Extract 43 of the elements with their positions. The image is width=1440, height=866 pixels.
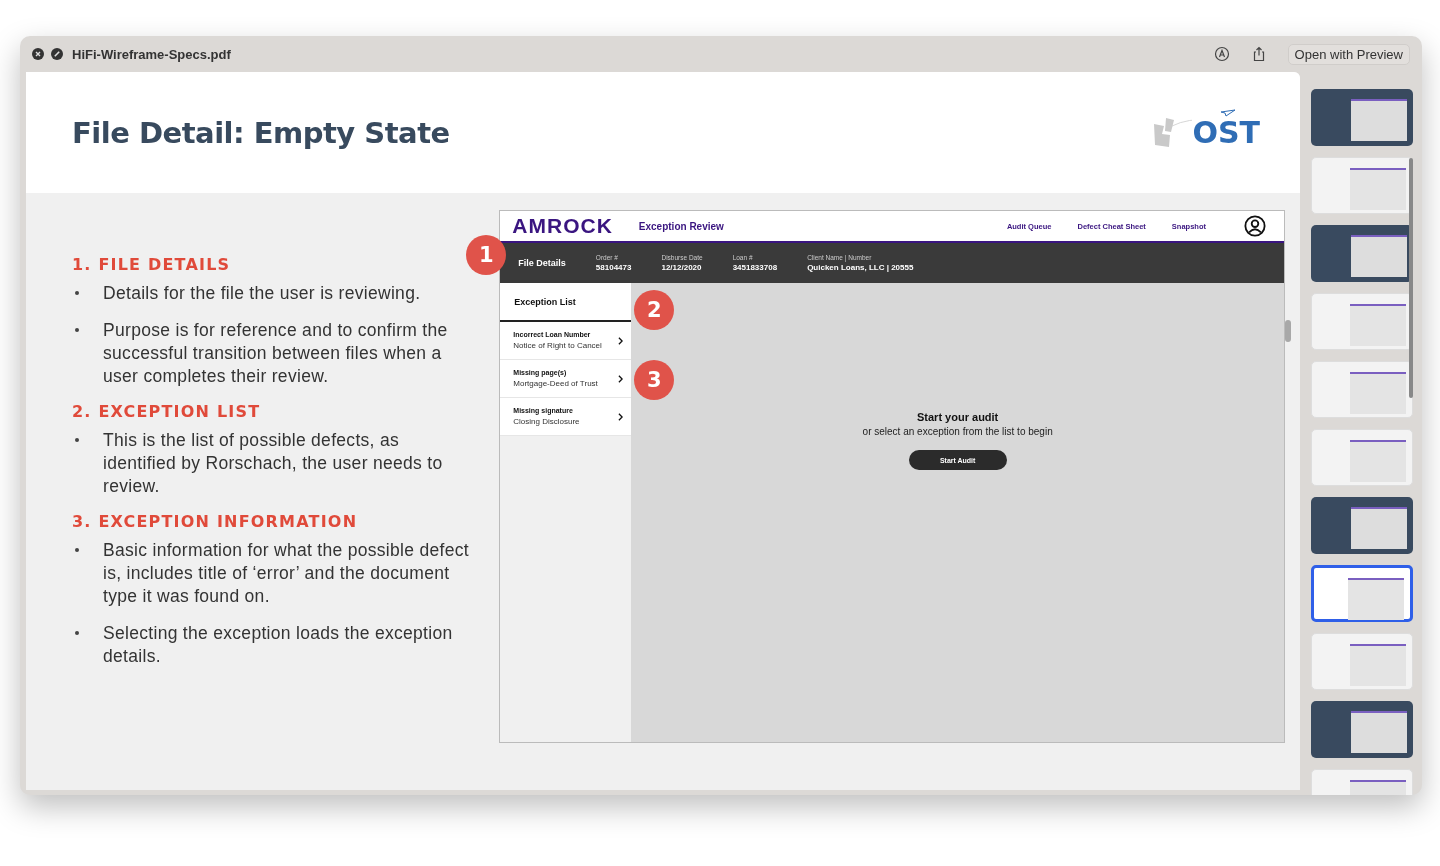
file-details-label: File Details	[518, 258, 566, 268]
page-thumbnail[interactable]	[1311, 89, 1413, 146]
section-heading: 2. EXCEPTION LIST	[72, 402, 262, 421]
page-thumbnail[interactable]	[1311, 565, 1413, 622]
open-with-preview-button[interactable]: Open with Preview	[1287, 43, 1410, 65]
field-value: 12/12/2020	[661, 263, 703, 272]
bullet-text: Purpose is for reference and to confirm the successful transition between files when a user completes their review.	[103, 319, 449, 388]
chevron-icon	[618, 412, 624, 421]
user-icon[interactable]	[1244, 215, 1266, 237]
markup-icon[interactable]	[1213, 46, 1230, 62]
field-value: Quicken Loans, LLC | 20555	[807, 263, 914, 272]
chevron-icon	[618, 336, 624, 345]
bullet-text: Basic information for what the possible defect is, includes title of ‘error’ and the document type it was found on.	[103, 539, 470, 608]
slide-title: File Detail: Empty State	[72, 115, 451, 150]
bullet-icon	[75, 548, 79, 552]
scrollbar-thumb[interactable]	[1285, 320, 1291, 342]
exception-list-title: Exception List	[514, 296, 576, 307]
empty-state-message: or select an exception from the list to begin	[862, 426, 1053, 437]
brand-logo: AMROCK	[512, 214, 613, 238]
close-icon[interactable]	[32, 48, 44, 60]
bullet-text: Selecting the exception loads the exception details.	[103, 622, 454, 668]
bullet-text: This is the list of possible defects, as identified by Rorschach, the user needs to review.	[103, 429, 444, 498]
logo-text: OST	[1192, 115, 1260, 150]
field-value: 3451833708	[732, 263, 778, 272]
app-title: Exception Review	[638, 220, 724, 232]
bullet-icon	[75, 291, 79, 295]
paper-plane-icon	[1220, 109, 1236, 117]
bullet-icon	[75, 328, 79, 332]
page-thumbnail[interactable]	[1311, 701, 1413, 758]
section-heading: 1. FILE DETAILS	[72, 255, 232, 274]
window-title: HiFi-Wireframe-Specs.pdf	[72, 46, 231, 62]
scrollbar-thumb[interactable]	[1409, 158, 1413, 398]
section-heading: 3. EXCEPTION INFORMATION	[72, 512, 359, 531]
empty-state-title: Start your audit	[917, 411, 999, 423]
block-icon[interactable]	[51, 48, 63, 60]
number-badge: 1	[466, 235, 507, 275]
bullet-icon	[75, 438, 79, 442]
bullet-icon	[75, 631, 79, 635]
bullet-text: Details for the file the user is reviewing.	[103, 282, 421, 305]
logo-icon	[1152, 115, 1193, 150]
chevron-icon	[618, 374, 624, 383]
page-thumbnail[interactable]	[1311, 497, 1413, 554]
field-value: 58104473	[595, 263, 632, 272]
